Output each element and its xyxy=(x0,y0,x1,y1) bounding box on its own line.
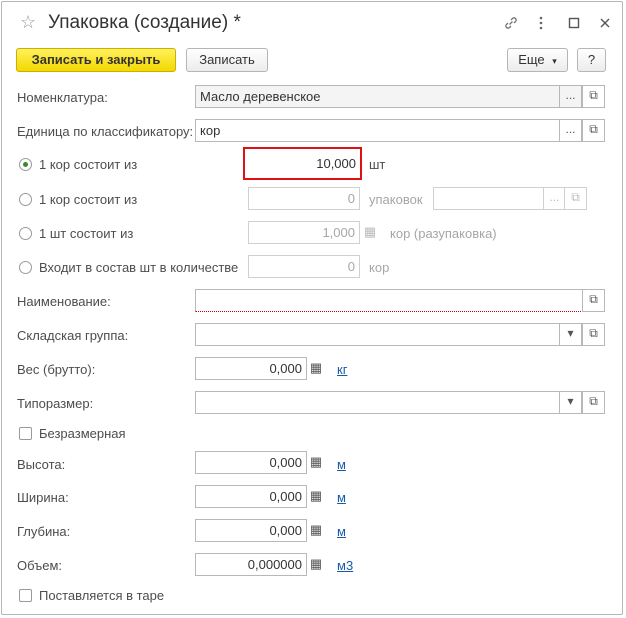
height-unit-link[interactable]: м xyxy=(337,457,346,472)
help-button[interactable]: ? xyxy=(577,48,606,72)
option-1-quantity-field[interactable]: 10,000 xyxy=(243,147,362,180)
more-menu-icon[interactable] xyxy=(532,15,550,33)
dimensionless-checkbox[interactable] xyxy=(19,427,32,440)
name-label: Наименование: xyxy=(17,294,111,309)
volume-label: Объем: xyxy=(17,558,63,573)
option-4-label: Входит в состав шт в количестве xyxy=(39,260,239,275)
radio-option-4[interactable] xyxy=(19,261,32,274)
unit-classifier-label: Единица по классификатору: xyxy=(17,124,194,139)
select-button[interactable]: ... xyxy=(559,85,582,108)
nomenclature-field[interactable]: Масло деревенское xyxy=(195,85,560,108)
unit-classifier-field[interactable]: кор xyxy=(195,119,560,142)
calculator-icon[interactable]: ▦ xyxy=(306,485,326,508)
maximize-icon[interactable] xyxy=(565,15,583,33)
height-label: Высота: xyxy=(17,457,66,472)
option-4-unit: кор xyxy=(369,260,390,275)
weight-unit-link[interactable]: кг xyxy=(337,362,347,377)
calculator-icon[interactable]: ▦ xyxy=(306,357,326,380)
option-3-quantity-field[interactable]: 1,000 xyxy=(248,221,360,244)
size-type-label: Типоразмер: xyxy=(17,396,94,411)
option-2-quantity-field[interactable]: 0 xyxy=(248,187,360,210)
radio-option-2[interactable] xyxy=(19,193,32,206)
open-icon[interactable]: ⧉ xyxy=(564,187,587,210)
more-actions-label: Еще xyxy=(518,52,545,67)
open-icon[interactable]: ⧉ xyxy=(582,289,605,312)
depth-unit-link[interactable]: м xyxy=(337,524,346,539)
packages-field[interactable] xyxy=(433,187,544,210)
width-unit-link[interactable]: м xyxy=(337,490,346,505)
calculator-icon[interactable]: ▦ xyxy=(306,553,326,576)
height-field[interactable]: 0,000 xyxy=(195,451,307,474)
weight-label: Вес (брутто): xyxy=(17,362,96,377)
more-actions-button[interactable]: Еще ▾ xyxy=(507,48,568,72)
warehouse-group-label: Складская группа: xyxy=(17,328,129,343)
option-4-quantity-field[interactable]: 0 xyxy=(248,255,360,278)
open-icon[interactable]: ⧉ xyxy=(582,323,605,346)
dropdown-arrow-icon[interactable]: ▾ xyxy=(559,323,582,346)
option-2-unit: упаковок xyxy=(369,192,423,207)
option-1-unit: шт xyxy=(369,157,386,172)
chevron-down-icon: ▾ xyxy=(552,56,557,66)
radio-option-3[interactable] xyxy=(19,227,32,240)
open-icon[interactable]: ⧉ xyxy=(582,85,605,108)
weight-field[interactable]: 0,000 xyxy=(195,357,307,380)
option-3-unit: кор (разупаковка) xyxy=(390,226,497,241)
depth-label: Глубина: xyxy=(17,524,71,539)
dimensionless-label: Безразмерная xyxy=(39,426,126,441)
save-button[interactable]: Записать xyxy=(186,48,268,72)
warehouse-group-field[interactable] xyxy=(195,323,560,346)
option-2-label: 1 кор состоит из xyxy=(39,192,138,207)
option-3-label: 1 шт состоит из xyxy=(39,226,134,241)
select-button[interactable]: ... xyxy=(559,119,582,142)
dropdown-arrow-icon[interactable]: ▾ xyxy=(559,391,582,414)
link-icon[interactable] xyxy=(502,15,520,33)
calculator-icon[interactable]: ▦ xyxy=(360,221,380,244)
save-and-close-button[interactable]: Записать и закрыть xyxy=(16,48,176,72)
open-icon[interactable]: ⧉ xyxy=(582,119,605,142)
calculator-icon[interactable]: ▦ xyxy=(306,519,326,542)
depth-field[interactable]: 0,000 xyxy=(195,519,307,542)
width-label: Ширина: xyxy=(17,490,69,505)
in-container-label: Поставляется в таре xyxy=(39,588,165,603)
in-container-checkbox[interactable] xyxy=(19,589,32,602)
favorite-star-icon[interactable]: ☆ xyxy=(20,13,36,31)
nomenclature-label: Номенклатура: xyxy=(17,90,108,105)
volume-unit-link[interactable]: м3 xyxy=(337,558,353,573)
window-title: Упаковка (создание) * xyxy=(48,12,241,33)
close-icon[interactable] xyxy=(596,15,614,33)
volume-field[interactable]: 0,000000 xyxy=(195,553,307,576)
select-button[interactable]: ... xyxy=(543,187,566,210)
calculator-icon[interactable]: ▦ xyxy=(306,451,326,474)
option-1-label: 1 кор состоит из xyxy=(39,157,138,172)
width-field[interactable]: 0,000 xyxy=(195,485,307,508)
size-type-field[interactable] xyxy=(195,391,560,414)
open-icon[interactable]: ⧉ xyxy=(582,391,605,414)
radio-option-1[interactable] xyxy=(19,158,32,171)
name-field[interactable] xyxy=(195,289,583,312)
